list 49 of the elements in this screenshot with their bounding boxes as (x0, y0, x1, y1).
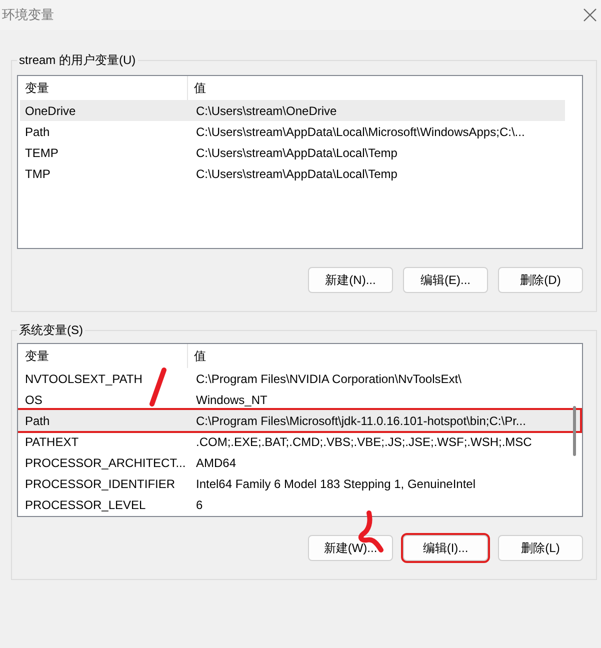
variable-value: C:\Users\stream\AppData\Local\Microsoft\WindowsApps;C:\... (195, 124, 526, 138)
variable-value: C:\Program Files\Microsoft\jdk-11.0.16.101-hotspot\bin;C:\Pr... (195, 414, 527, 428)
variable-name: NVTOOLSEXT_PATH (24, 372, 144, 386)
edit-button[interactable]: 编辑(I)... (403, 535, 488, 561)
variable-name: TMP (24, 166, 52, 180)
group-title: 系统变量(S) (18, 322, 84, 339)
column-header[interactable]: 变量 (18, 344, 188, 368)
window-title: 环境变量 (2, 6, 54, 24)
close-icon[interactable] (583, 8, 597, 22)
variable-value: C:\Users\stream\OneDrive (195, 104, 338, 118)
variable-row[interactable]: Path C:\Program Files\Microsoft\jdk-11.0.16.101-hotspot\bin;C:\Pr... (18, 410, 580, 431)
variable-row[interactable]: OneDrive C:\Users\stream\OneDrive (20, 100, 565, 121)
variable-list[interactable]: 变量 值 OneDrive C:\Users\stream\OneDrive Path C:\Users\stream\AppData\Local\Microsoft\WindowsApps;C:\... TEMP C:\Users\stream\AppData\Local\Temp TMP C:\Users\stream\AppData\Local\Temp (17, 75, 583, 249)
variable-value: 6 (195, 498, 204, 512)
variable-row[interactable]: NVTOOLSEXT_PATH C:\Program Files\NVIDIA Corporation\NvToolsExt\ (20, 368, 565, 389)
delete-button[interactable]: 删除(D) (498, 267, 583, 293)
variable-value: Windows_NT (195, 392, 268, 406)
variable-name: OneDrive (24, 104, 77, 118)
variable-value: .COM;.EXE;.BAT;.CMD;.VBS;.VBE;.JS;.JSE;.WSF;.WSH;.MSC (195, 434, 533, 448)
column-header[interactable]: 值 (188, 344, 565, 368)
variable-list[interactable] (17, 343, 583, 517)
variable-row[interactable]: PROCESSOR_IDENTIFIER Intel64 Family 6 Model 183 Stepping 1, GenuineIntel (20, 473, 565, 494)
variable-value: Intel64 Family 6 Model 183 Stepping 1, GenuineIntel (195, 476, 477, 490)
variable-name: PROCESSOR_LEVEL (24, 498, 147, 512)
variable-name: PROCESSOR_ARCHITECT... (24, 456, 187, 470)
variable-name: Path (24, 124, 51, 138)
new-button[interactable]: 新建(W)... (308, 535, 393, 561)
variable-name: PATHEXT (24, 434, 80, 448)
variable-row[interactable]: PROCESSOR_LEVEL 6 (20, 494, 565, 515)
variable-row[interactable]: PROCESSOR_ARCHITECT... AMD64 (20, 452, 565, 473)
scrollbar[interactable] (573, 406, 576, 456)
variable-value: AMD64 (195, 456, 238, 470)
new-button[interactable]: 新建(N)... (308, 267, 393, 293)
variable-row[interactable]: TMP C:\Users\stream\AppData\Local\Temp (20, 163, 565, 184)
variable-value: C:\Program Files\NVIDIA Corporation\NvToolsExt\ (195, 372, 462, 386)
variable-name: PROCESSOR_IDENTIFIER (24, 476, 176, 490)
variable-name: Path (24, 414, 51, 428)
column-header[interactable]: 值 (188, 76, 565, 100)
variable-name: TEMP (24, 146, 60, 160)
group-title: stream 的用户变量(U) (18, 52, 137, 69)
variable-value: C:\Users\stream\AppData\Local\Temp (195, 146, 398, 160)
delete-button[interactable]: 删除(L) (498, 535, 583, 561)
variable-row[interactable]: OS Windows_NT (20, 389, 565, 410)
variable-row[interactable]: TEMP C:\Users\stream\AppData\Local\Temp (20, 142, 565, 163)
edit-button[interactable]: 编辑(E)... (403, 267, 488, 293)
variable-row[interactable]: PATHEXT .COM;.EXE;.BAT;.CMD;.VBS;.VBE;.JS;.JSE;.WSF;.WSH;.MSC (20, 431, 565, 452)
variable-name: OS (24, 392, 44, 406)
variable-row[interactable]: Path C:\Users\stream\AppData\Local\Microsoft\WindowsApps;C:\... (20, 121, 565, 142)
variable-value: C:\Users\stream\AppData\Local\Temp (195, 166, 398, 180)
